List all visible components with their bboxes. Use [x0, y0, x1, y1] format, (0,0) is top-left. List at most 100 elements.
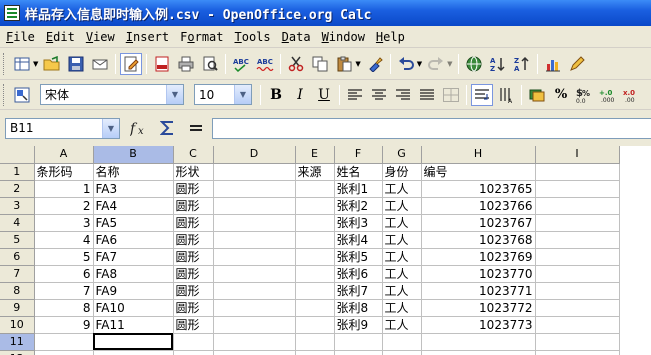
cell-i1[interactable] [535, 163, 620, 181]
column-header-h[interactable]: H [421, 146, 536, 164]
row-header-8[interactable]: 8 [0, 282, 35, 300]
cell-f6[interactable]: 张利5 [334, 248, 383, 266]
cell-i11[interactable] [535, 333, 620, 351]
autospellcheck-icon[interactable]: ABC [254, 53, 276, 75]
menu-tools[interactable]: Tools [231, 30, 278, 44]
name-box-dropdown-icon[interactable]: ▼ [102, 118, 119, 138]
cell-a10[interactable]: 9 [34, 316, 94, 334]
cell-f4[interactable]: 张利3 [334, 214, 383, 232]
cell-i4[interactable] [535, 214, 620, 232]
row-header-12[interactable]: 12 [0, 350, 35, 355]
cell-e6[interactable] [295, 248, 335, 266]
font-name-value[interactable]: 宋体 [41, 86, 166, 103]
delete-decimal-icon[interactable]: x.0.00 [622, 84, 644, 106]
cell-c6[interactable]: 圆形 [173, 248, 214, 266]
show-draw-functions-icon[interactable] [566, 53, 588, 75]
cell-e11[interactable] [295, 333, 335, 351]
cell-d8[interactable] [213, 282, 296, 300]
row-header-5[interactable]: 5 [0, 231, 35, 249]
cell-f2[interactable]: 张利1 [334, 180, 383, 198]
cell-b10[interactable]: FA11 [93, 316, 174, 334]
cell-h6[interactable]: 1023769 [421, 248, 536, 266]
redo-dropdown-icon[interactable]: ▼ [447, 60, 452, 68]
new-document-icon[interactable] [11, 53, 33, 75]
text-direction-icon[interactable]: A [495, 84, 517, 106]
cell-e8[interactable] [295, 282, 335, 300]
menu-window[interactable]: Window [318, 30, 372, 44]
cell-b6[interactable]: FA7 [93, 248, 174, 266]
redo-icon[interactable] [425, 53, 447, 75]
cell-f8[interactable]: 张利7 [334, 282, 383, 300]
cell-table[interactable]: ABCDEFGHI 1 条形码 名称 形状 来源 姓名 身份 编号 2 1 FA3 圆形 张利1 工人 10… [0, 146, 620, 355]
align-center-icon[interactable] [368, 84, 390, 106]
underline-button[interactable]: U [313, 84, 335, 106]
cell-d10[interactable] [213, 316, 296, 334]
cell-a5[interactable]: 4 [34, 231, 94, 249]
cell-g1[interactable]: 身份 [382, 163, 422, 181]
cell-g7[interactable]: 工人 [382, 265, 422, 283]
cell-h9[interactable]: 1023772 [421, 299, 536, 317]
sum-icon[interactable] [156, 117, 180, 139]
row-header-9[interactable]: 9 [0, 299, 35, 317]
calc-app-icon[interactable] [4, 5, 20, 21]
paste-icon[interactable] [333, 53, 355, 75]
column-header-d[interactable]: D [213, 146, 296, 164]
cell-e7[interactable] [295, 265, 335, 283]
cell-h3[interactable]: 1023766 [421, 197, 536, 215]
font-size-value[interactable]: 10 [195, 88, 234, 102]
cell-g4[interactable]: 工人 [382, 214, 422, 232]
cell-c9[interactable]: 圆形 [173, 299, 214, 317]
page-preview-icon[interactable] [199, 53, 221, 75]
cell-c2[interactable]: 圆形 [173, 180, 214, 198]
cell-i5[interactable] [535, 231, 620, 249]
hyperlink-icon[interactable] [463, 53, 485, 75]
email-document-icon[interactable] [89, 53, 111, 75]
row-header-2[interactable]: 2 [0, 180, 35, 198]
cell-d9[interactable] [213, 299, 296, 317]
cell-h4[interactable]: 1023767 [421, 214, 536, 232]
name-box[interactable]: B11 ▼ [5, 117, 120, 139]
cell-h8[interactable]: 1023771 [421, 282, 536, 300]
cell-h2[interactable]: 1023765 [421, 180, 536, 198]
undo-icon[interactable] [395, 53, 417, 75]
cell-e12[interactable] [295, 350, 335, 355]
cell-f10[interactable]: 张利9 [334, 316, 383, 334]
cell-i7[interactable] [535, 265, 620, 283]
cut-icon[interactable] [285, 53, 307, 75]
cell-b12[interactable] [93, 350, 174, 355]
cell-a2[interactable]: 1 [34, 180, 94, 198]
cell-g6[interactable]: 工人 [382, 248, 422, 266]
cell-b4[interactable]: FA5 [93, 214, 174, 232]
column-header-i[interactable]: I [535, 146, 620, 164]
cell-a12[interactable] [34, 350, 94, 355]
cell-g9[interactable]: 工人 [382, 299, 422, 317]
menu-format[interactable]: Format [176, 30, 230, 44]
cell-g5[interactable]: 工人 [382, 231, 422, 249]
font-name-combo[interactable]: 宋体 ▼ [40, 84, 184, 105]
cell-b11[interactable] [93, 333, 174, 351]
cell-f5[interactable]: 张利4 [334, 231, 383, 249]
copy-icon[interactable] [309, 53, 331, 75]
spreadsheet-grid[interactable]: ABCDEFGHI 1 条形码 名称 形状 来源 姓名 身份 编号 2 1 FA3 圆形 张利1 工人 10… [0, 146, 651, 355]
font-size-combo[interactable]: 10 ▼ [194, 84, 252, 105]
cell-c5[interactable]: 圆形 [173, 231, 214, 249]
cell-h1[interactable]: 编号 [421, 163, 536, 181]
row-header-7[interactable]: 7 [0, 265, 35, 283]
cell-c7[interactable]: 圆形 [173, 265, 214, 283]
function-wizard-icon[interactable]: fx [128, 117, 152, 139]
cell-b8[interactable]: FA9 [93, 282, 174, 300]
clone-formatting-icon[interactable] [364, 53, 386, 75]
cell-a1[interactable]: 条形码 [34, 163, 94, 181]
align-right-icon[interactable] [392, 84, 414, 106]
cell-c3[interactable]: 圆形 [173, 197, 214, 215]
merge-cells-icon[interactable] [440, 84, 462, 106]
cell-c8[interactable]: 圆形 [173, 282, 214, 300]
new-dropdown-icon[interactable]: ▼ [33, 60, 38, 68]
cell-a6[interactable]: 5 [34, 248, 94, 266]
font-size-dropdown-icon[interactable]: ▼ [234, 85, 251, 104]
cell-d3[interactable] [213, 197, 296, 215]
cell-g10[interactable]: 工人 [382, 316, 422, 334]
cell-f1[interactable]: 姓名 [334, 163, 383, 181]
formula-input[interactable] [212, 118, 651, 139]
menu-insert[interactable]: Insert [122, 30, 176, 44]
